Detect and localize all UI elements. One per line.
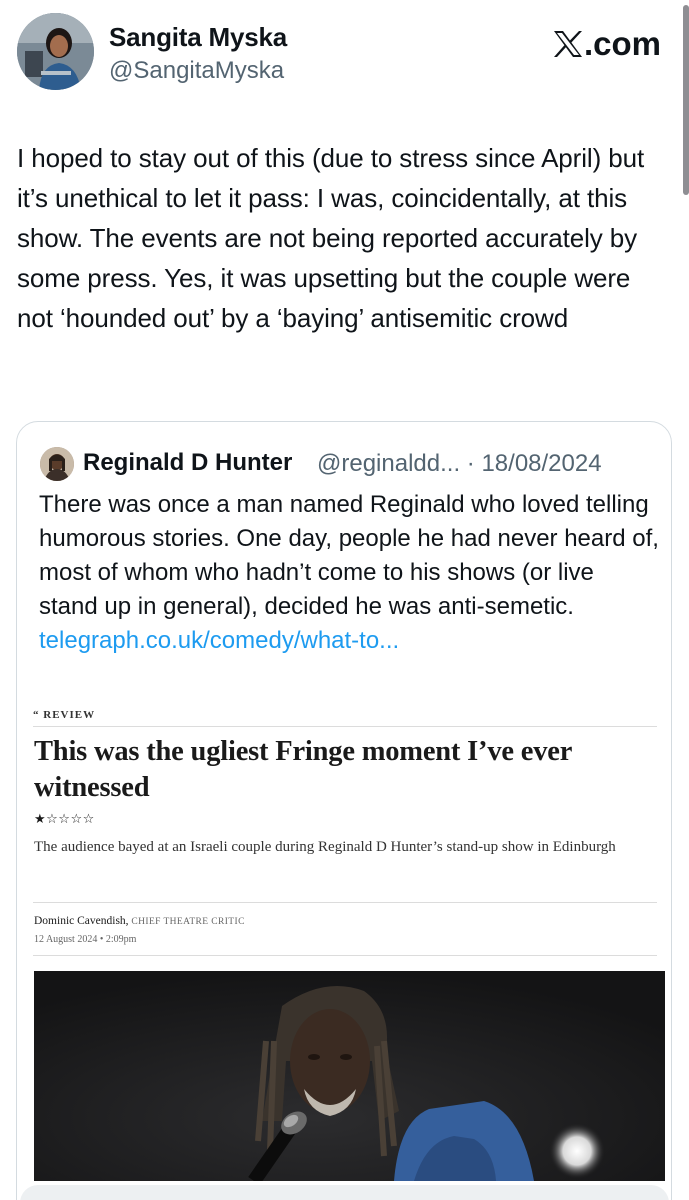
star-rating: ★☆☆☆☆ bbox=[34, 811, 95, 826]
quoted-profile-photo bbox=[40, 447, 74, 481]
reply-bar[interactable] bbox=[20, 1185, 669, 1200]
site-badge: .com bbox=[553, 25, 661, 63]
author-handle[interactable]: @SangitaMyska bbox=[109, 57, 284, 85]
x-logo-icon bbox=[553, 31, 582, 57]
article-standfirst: The audience bayed at an Israeli couple … bbox=[34, 839, 616, 855]
quoted-meta: @reginaldd... · 18/08/2024 bbox=[317, 450, 602, 478]
quoted-author-name[interactable]: Reginald D Hunter bbox=[83, 449, 292, 477]
quoted-tweet-card[interactable]: Reginald D Hunter @reginaldd... · 18/08/… bbox=[16, 421, 672, 1200]
quoted-author-avatar[interactable] bbox=[40, 447, 74, 481]
meta-separator: · bbox=[466, 450, 475, 477]
tweet-screenshot: Sangita Myska @SangitaMyska .com I hoped… bbox=[0, 0, 689, 1200]
divider bbox=[33, 955, 657, 956]
article-photo bbox=[34, 971, 665, 1181]
comedian-photo bbox=[34, 971, 665, 1181]
site-label: .com bbox=[583, 25, 661, 62]
article-byline: Dominic Cavendish, CHIEF THEATRE CRITIC bbox=[34, 915, 245, 927]
byline-role: CHIEF THEATRE CRITIC bbox=[131, 917, 245, 927]
profile-photo bbox=[17, 13, 94, 90]
author-name[interactable]: Sangita Myska bbox=[109, 22, 287, 53]
article-headline: This was the ugliest Fringe moment I’ve … bbox=[34, 736, 572, 803]
article-dateline: 12 August 2024 • 2:09pm bbox=[34, 934, 137, 945]
tweet-header: Sangita Myska @SangitaMyska .com bbox=[0, 0, 689, 100]
divider bbox=[33, 902, 657, 903]
quoted-date[interactable]: 18/08/2024 bbox=[481, 450, 601, 477]
divider bbox=[33, 726, 657, 727]
quoted-author-handle[interactable]: @reginaldd... bbox=[317, 450, 460, 477]
quoted-tweet-body: There was once a man named Reginald who … bbox=[39, 491, 659, 620]
article-preview[interactable]: “ REVIEW This was the ugliest Fringe mom… bbox=[17, 706, 671, 1200]
quoted-tweet-link[interactable]: telegraph.co.uk/comedy/what-to... bbox=[39, 627, 399, 654]
byline-name: Dominic Cavendish, bbox=[34, 915, 129, 927]
author-avatar[interactable] bbox=[17, 13, 94, 90]
review-tag: “ REVIEW bbox=[33, 709, 96, 721]
quoted-tweet-text: There was once a man named Reginald who … bbox=[39, 488, 659, 658]
tweet-text: I hoped to stay out of this (due to stre… bbox=[17, 143, 645, 333]
scroll-indicator[interactable] bbox=[683, 5, 689, 195]
